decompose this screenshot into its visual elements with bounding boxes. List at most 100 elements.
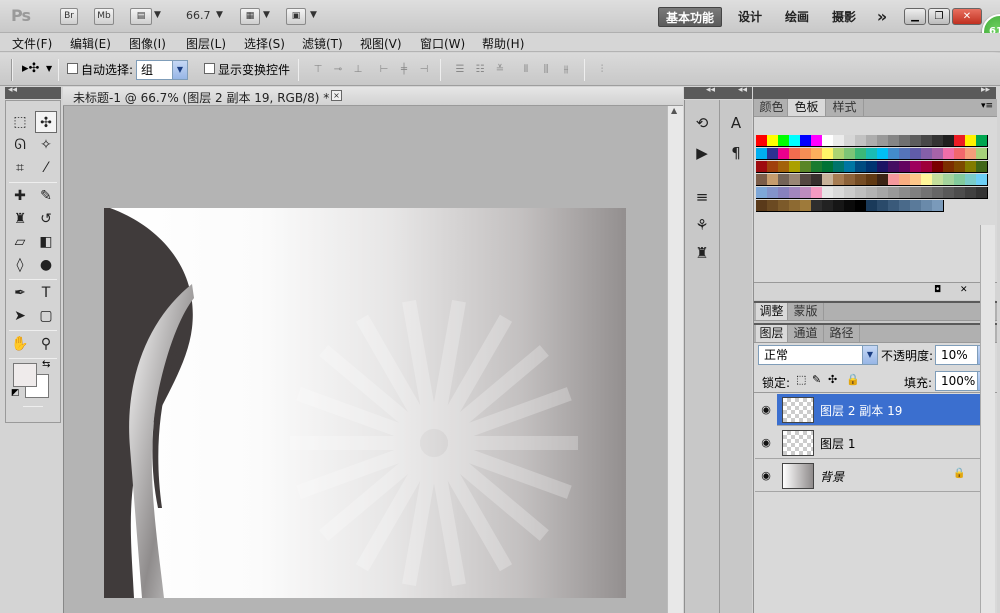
menu-window[interactable]: 窗口(W): [420, 35, 465, 52]
scroll-up-icon[interactable]: ▲: [671, 106, 677, 115]
history-panel-icon[interactable]: ⟲: [689, 110, 715, 136]
eye-icon[interactable]: ◉: [755, 460, 777, 492]
delete-swatch-icon[interactable]: ✕: [960, 285, 968, 295]
distribute-left-icon[interactable]: ⫴: [518, 64, 534, 76]
lock-position-icon[interactable]: ✣: [828, 373, 837, 386]
mini-bridge-button[interactable]: Mb: [94, 8, 114, 25]
lock-all-icon[interactable]: 🔒: [846, 373, 860, 386]
distribute-vcenter-icon[interactable]: ☷: [472, 64, 488, 76]
chevron-down-icon[interactable]: ▼: [310, 10, 317, 20]
show-transform-checkbox[interactable]: [204, 63, 215, 74]
collapse-icon[interactable]: ◂◂: [738, 85, 747, 95]
menu-view[interactable]: 视图(V): [360, 35, 402, 52]
document-scrollbar[interactable]: ▲: [667, 106, 683, 613]
close-document-icon[interactable]: ×: [331, 90, 342, 101]
type-tool-icon[interactable]: T: [35, 282, 57, 304]
blur-tool-icon[interactable]: ◊: [9, 254, 31, 276]
eye-icon[interactable]: ◉: [755, 394, 777, 426]
distribute-right-icon[interactable]: ⫵: [558, 64, 574, 76]
tab-layers[interactable]: 图层: [756, 325, 788, 342]
swatch-grid[interactable]: [756, 135, 988, 219]
auto-select-dropdown[interactable]: 组 ▼: [136, 60, 188, 80]
layer-name[interactable]: 背景: [820, 468, 844, 485]
tab-swatches[interactable]: 色板: [788, 99, 826, 116]
swap-colors-icon[interactable]: ⇆: [42, 359, 50, 370]
quick-mask-icon[interactable]: [23, 406, 43, 407]
layer-name[interactable]: 图层 2 副本 19: [820, 402, 902, 419]
new-swatch-icon[interactable]: ◘: [934, 285, 941, 295]
panels-header[interactable]: ▸▸: [753, 85, 996, 99]
color-swatch[interactable]: [976, 161, 988, 173]
chevron-down-icon[interactable]: ▼: [46, 64, 52, 73]
more-workspaces-button[interactable]: »: [872, 7, 892, 27]
color-swatch[interactable]: [976, 135, 988, 147]
arrange-documents-button[interactable]: ▦: [240, 8, 260, 25]
minimize-button[interactable]: ▁: [904, 8, 926, 25]
move-tool-icon[interactable]: ✣: [35, 111, 57, 133]
menu-file[interactable]: 文件(F): [12, 35, 52, 52]
actions-panel-icon[interactable]: ▶: [689, 140, 715, 166]
collapse-icon[interactable]: ◂◂: [706, 85, 715, 95]
shape-tool-icon[interactable]: ▢: [35, 305, 57, 327]
align-left-icon[interactable]: ⊢: [376, 64, 392, 76]
brush-tool-icon[interactable]: ✎: [35, 185, 57, 207]
auto-select-checkbox[interactable]: [67, 63, 78, 74]
lock-transparent-icon[interactable]: ⬚: [796, 373, 806, 386]
workspace-painting[interactable]: 绘画: [781, 7, 813, 27]
tool-presets-icon[interactable]: ♜: [689, 240, 715, 266]
character-panel-icon[interactable]: A: [723, 110, 749, 136]
tab-masks[interactable]: 蒙版: [788, 303, 824, 320]
tab-color[interactable]: 颜色: [756, 99, 788, 116]
eyedropper-tool-icon[interactable]: ⁄: [35, 157, 57, 179]
color-swatch[interactable]: [976, 174, 988, 186]
dock-header[interactable]: ◂◂ ◂◂: [684, 85, 752, 99]
pen-tool-icon[interactable]: ✒: [9, 282, 31, 304]
blend-mode-dropdown[interactable]: 正常 ▼: [758, 345, 878, 365]
path-selection-tool-icon[interactable]: ➤: [9, 305, 31, 327]
crop-tool-icon[interactable]: ⌗: [9, 157, 31, 179]
dodge-tool-icon[interactable]: ●: [35, 254, 57, 276]
move-tool-icon[interactable]: ▸✣: [22, 61, 39, 76]
color-swatch[interactable]: [976, 148, 988, 160]
tab-adjustments[interactable]: 调整: [756, 303, 788, 320]
zoom-level[interactable]: 66.7: [186, 9, 211, 22]
hand-tool-icon[interactable]: ✋: [9, 333, 31, 355]
bridge-button[interactable]: Br: [60, 8, 78, 25]
eye-icon[interactable]: ◉: [755, 427, 777, 459]
align-bottom-icon[interactable]: ⊥: [350, 64, 366, 76]
menu-layer[interactable]: 图层(L): [186, 35, 226, 52]
expand-icon[interactable]: ▸▸: [981, 85, 990, 95]
screen-mode-button[interactable]: ▣: [286, 8, 306, 25]
gradient-tool-icon[interactable]: ◧: [35, 231, 57, 253]
tab-styles[interactable]: 样式: [826, 99, 864, 116]
menu-edit[interactable]: 编辑(E): [70, 35, 111, 52]
workspace-photography[interactable]: 摄影: [828, 7, 860, 27]
workspace-design[interactable]: 设计: [734, 7, 766, 27]
restore-button[interactable]: ❐: [928, 8, 950, 25]
brush-presets-icon[interactable]: ≡: [689, 184, 715, 210]
marquee-tool-icon[interactable]: ⬚: [9, 111, 31, 133]
layer-row[interactable]: ◉ 图层 1: [755, 427, 981, 459]
lasso-tool-icon[interactable]: ᘏ: [9, 134, 31, 156]
menu-filter[interactable]: 滤镜(T): [302, 35, 343, 52]
history-brush-tool-icon[interactable]: ↺: [35, 208, 57, 230]
layer-row[interactable]: ◉ 背景 🔒: [755, 460, 981, 492]
healing-brush-tool-icon[interactable]: ✚: [9, 185, 31, 207]
magic-wand-tool-icon[interactable]: ✧: [35, 134, 57, 156]
color-swatch[interactable]: [976, 187, 988, 199]
align-vcenter-icon[interactable]: ⊸: [330, 64, 346, 76]
view-extras-button[interactable]: ▤: [130, 8, 152, 25]
tab-paths[interactable]: 路径: [824, 325, 860, 342]
clone-source-icon[interactable]: ⚘: [689, 212, 715, 238]
eraser-tool-icon[interactable]: ▱: [9, 231, 31, 253]
layer-row[interactable]: ◉ 图层 2 副本 19: [755, 394, 981, 426]
menu-select[interactable]: 选择(S): [244, 35, 285, 52]
panel-menu-icon[interactable]: ▾≡: [981, 101, 993, 111]
menu-image[interactable]: 图像(I): [129, 35, 166, 52]
lock-image-icon[interactable]: ✎: [812, 373, 821, 386]
color-swatch[interactable]: [932, 200, 944, 212]
align-right-icon[interactable]: ⊣: [416, 64, 432, 76]
collapse-icon[interactable]: ◂◂: [8, 85, 17, 95]
distribute-bottom-icon[interactable]: ≚: [492, 64, 508, 76]
chevron-down-icon[interactable]: ▼: [263, 10, 270, 20]
